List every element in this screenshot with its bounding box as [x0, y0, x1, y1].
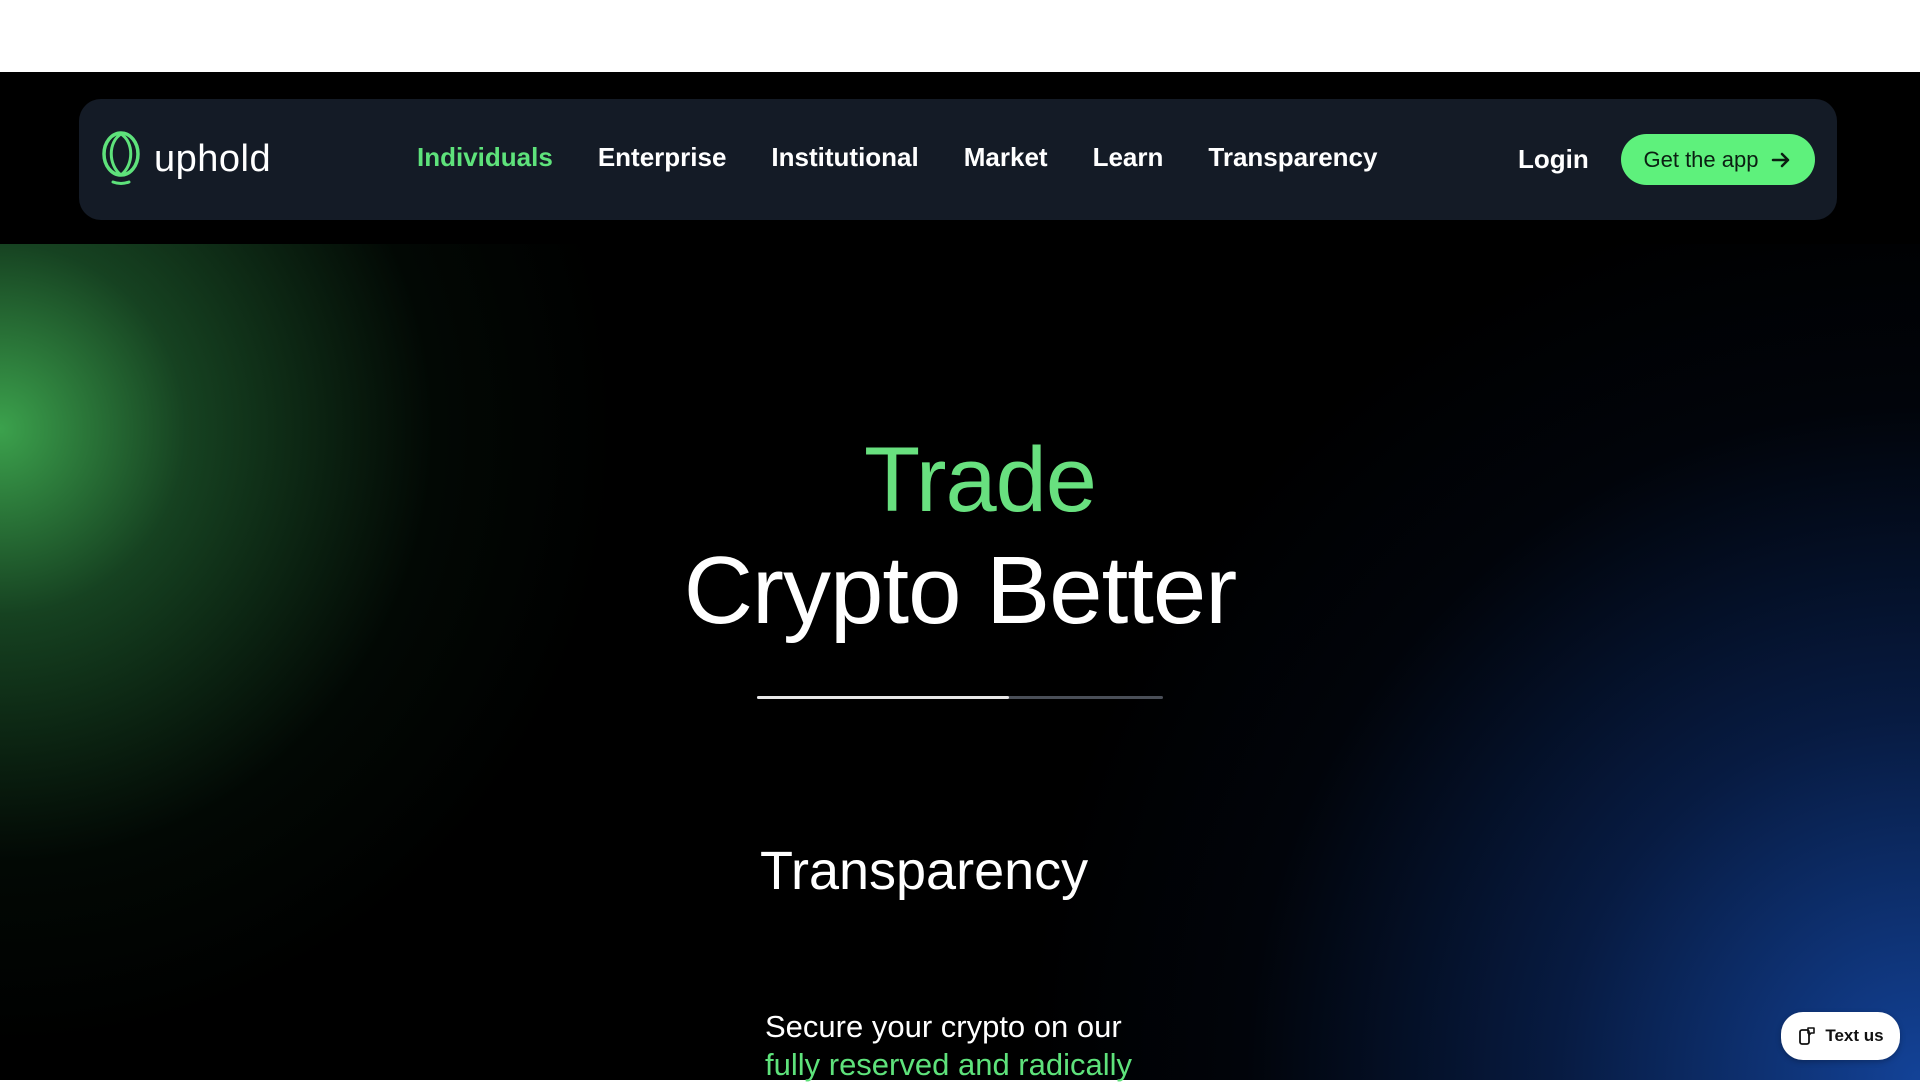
nav-item-enterprise[interactable]: Enterprise [598, 142, 727, 173]
nav-item-institutional[interactable]: Institutional [771, 142, 918, 173]
hero-headline-line2: Crypto Better [0, 536, 1920, 646]
hero-section [0, 244, 1920, 1080]
uphold-logo-icon [102, 131, 140, 185]
get-the-app-button[interactable]: Get the app [1621, 134, 1815, 185]
slide-title: Transparency [760, 841, 1089, 901]
chat-phone-icon [1799, 1027, 1816, 1045]
brand-name: uphold [154, 137, 272, 180]
text-us-label: Text us [1825, 1026, 1884, 1045]
main-nav: Individuals Enterprise Institutional Mar… [417, 142, 1422, 173]
login-link[interactable]: Login [1518, 144, 1589, 175]
nav-item-market[interactable]: Market [964, 142, 1048, 173]
text-us-button[interactable]: Text us [1781, 1012, 1900, 1060]
brand-logo[interactable]: uphold [100, 130, 271, 188]
hero-headline-line1: Trade [0, 428, 1920, 533]
carousel-progress-fill [757, 696, 1009, 699]
slide-description: Secure your crypto on our fully reserved… [765, 1008, 1185, 1084]
slide-description-line2: fully reserved and radically [765, 1047, 1133, 1082]
hero-headline-trade: Trade [864, 429, 1097, 531]
hero-headline-crypto-better: Crypto Better [683, 537, 1238, 644]
nav-item-learn[interactable]: Learn [1093, 142, 1164, 173]
top-white-bar [0, 0, 1920, 72]
nav-item-transparency[interactable]: Transparency [1208, 142, 1377, 173]
nav-item-individuals[interactable]: Individuals [417, 142, 553, 173]
get-the-app-label: Get the app [1643, 146, 1759, 172]
slide-description-line1: Secure your crypto on our [765, 1009, 1122, 1044]
arrow-right-icon [1772, 152, 1790, 167]
carousel-progress-track [757, 696, 1163, 699]
